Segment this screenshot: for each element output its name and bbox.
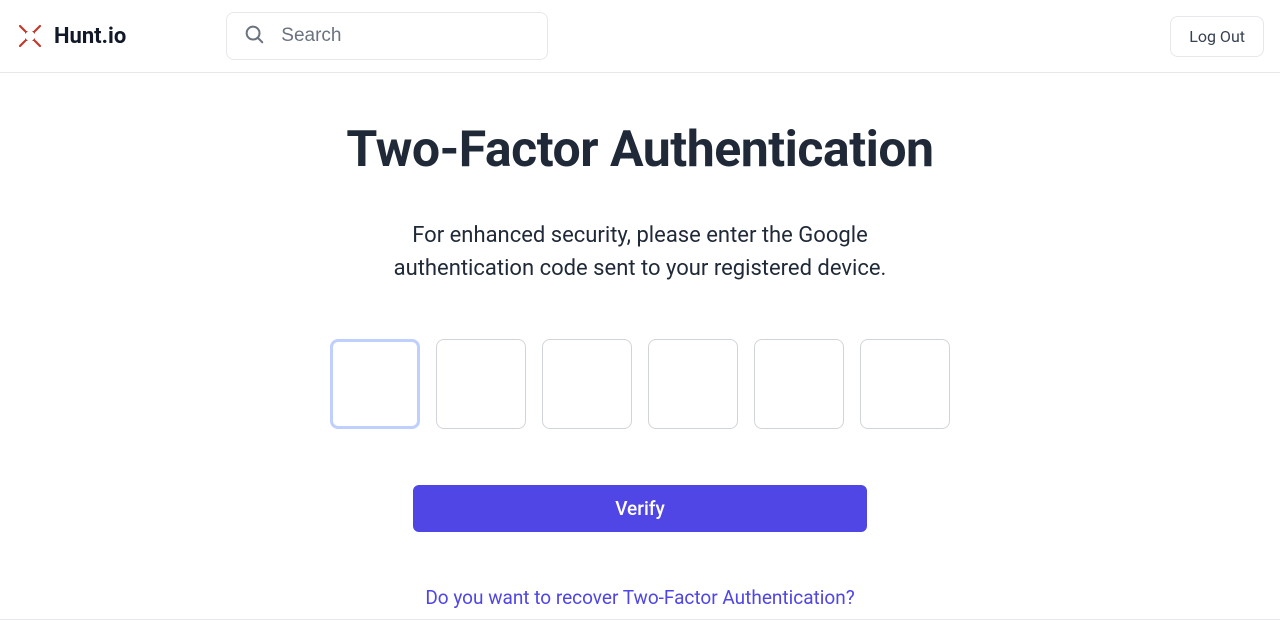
logout-button[interactable]: Log Out <box>1170 16 1264 57</box>
otp-digit-5[interactable] <box>754 339 844 429</box>
otp-digit-3[interactable] <box>542 339 632 429</box>
otp-digit-4[interactable] <box>648 339 738 429</box>
otp-code-group <box>0 339 1280 429</box>
hunt-logo-icon <box>16 22 44 50</box>
search-box[interactable] <box>226 12 548 60</box>
search-icon <box>243 23 265 49</box>
brand-logo[interactable]: Hunt.io <box>16 22 126 50</box>
otp-digit-1[interactable] <box>330 339 420 429</box>
page-title: Two-Factor Authentication <box>0 121 1280 179</box>
search-input[interactable] <box>281 25 531 47</box>
verify-button[interactable]: Verify <box>413 485 867 532</box>
recover-2fa-link[interactable]: Do you want to recover Two-Factor Authen… <box>425 586 854 609</box>
brand-name: Hunt.io <box>54 24 126 49</box>
header-bar: Hunt.io Log Out <box>0 0 1280 73</box>
otp-digit-6[interactable] <box>860 339 950 429</box>
otp-digit-2[interactable] <box>436 339 526 429</box>
main-content: Two-Factor Authentication For enhanced s… <box>0 73 1280 620</box>
page-subtitle: For enhanced security, please enter the … <box>360 219 920 285</box>
